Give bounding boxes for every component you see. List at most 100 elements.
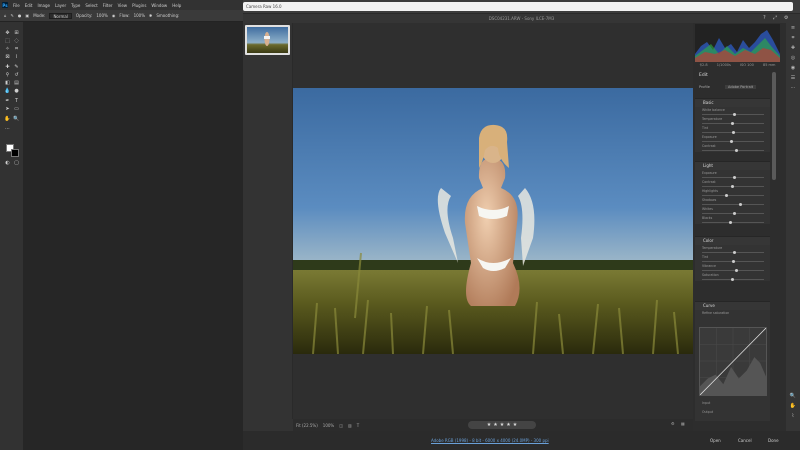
compare-view-icon[interactable]: ◫ (339, 423, 343, 428)
mode-select[interactable]: Normal (49, 12, 72, 19)
slider-color-tint[interactable]: Tint (695, 254, 770, 263)
clone-stamp-icon[interactable]: ⚲ (4, 72, 11, 78)
image-preview-area[interactable] (293, 23, 693, 419)
main-photo[interactable] (293, 88, 693, 354)
curve-output[interactable]: Output (695, 409, 770, 418)
menu-type[interactable]: Type (71, 3, 80, 8)
blur-tool-icon[interactable]: 💧 (4, 88, 11, 94)
crop-tool-icon[interactable]: ⌗ (13, 46, 20, 52)
panel-scrollbar[interactable] (772, 72, 776, 180)
menu-help[interactable]: Help (172, 3, 181, 8)
menu-view[interactable]: View (118, 3, 128, 8)
menu-edit[interactable]: Edit (25, 3, 33, 8)
slider-color-temperature[interactable]: Temperature (695, 245, 770, 254)
menu-select[interactable]: Select (85, 3, 97, 8)
presets-icon[interactable]: ☰ (789, 75, 797, 81)
open-button[interactable]: Open (705, 436, 726, 445)
curve-refine-saturation[interactable]: Refine saturation (695, 310, 770, 319)
slider-saturation[interactable]: Saturation (695, 272, 770, 281)
background-color-swatch[interactable] (11, 149, 19, 157)
brush-tool-icon[interactable]: ✎ (11, 13, 14, 18)
slider-contrast[interactable]: Contrast (695, 179, 770, 188)
zoom-tool-icon[interactable]: 🔍 (13, 116, 20, 122)
hand-icon[interactable]: ✋ (789, 403, 797, 409)
hand-tool-icon[interactable]: ✋ (4, 116, 11, 122)
edit-toolbar-icon[interactable]: ⋯ (4, 126, 11, 132)
move-tool-icon[interactable]: ✥ (4, 30, 11, 36)
slider-contrast-basic[interactable]: Contrast (695, 143, 770, 152)
marquee-tool-icon[interactable]: ⬚ (4, 38, 11, 44)
settings-gear-icon[interactable]: ⚙ (784, 14, 788, 23)
quick-select-tool-icon[interactable]: ✧ (4, 46, 11, 52)
menu-window[interactable]: Window (151, 3, 167, 8)
star-5[interactable]: ★ (513, 422, 517, 428)
star-4[interactable]: ★ (506, 422, 510, 428)
quick-mask-icon[interactable]: ◐ (4, 160, 11, 166)
star-1[interactable]: ★ (487, 422, 491, 428)
menu-filter[interactable]: Filter (103, 3, 113, 8)
eyedropper-tool-icon[interactable]: ⌇ (13, 54, 20, 60)
workflow-options-link[interactable]: Adobe RGB (1998) - 8 bit - 6000 x 4000 (… (431, 438, 549, 443)
lasso-tool-icon[interactable]: ◌ (13, 38, 20, 44)
menu-image[interactable]: Image (37, 3, 50, 8)
crop-icon[interactable]: ⌗ (789, 35, 797, 41)
menu-file[interactable]: File (13, 3, 20, 8)
path-select-icon[interactable]: ➤ (4, 106, 11, 112)
cancel-button[interactable]: Cancel (733, 436, 757, 445)
home-icon[interactable]: ⌂ (4, 13, 7, 18)
masking-icon[interactable]: ◎ (789, 55, 797, 61)
help-icon[interactable]: ? (763, 14, 766, 23)
toggle-settings-icon[interactable]: T (357, 423, 359, 428)
frame-tool-icon[interactable]: ⊠ (4, 54, 11, 60)
airbrush-icon[interactable]: ✱ (149, 13, 152, 18)
edit-icon[interactable]: ≡ (789, 25, 797, 31)
done-button[interactable]: Done (763, 436, 784, 445)
slider-exposure-basic[interactable]: Exposure (695, 134, 770, 143)
slider-blacks[interactable]: Blacks (695, 215, 770, 224)
fit-zoom-select[interactable]: Fit (22.5%) (296, 423, 318, 428)
filmstrip-toggle-icon[interactable]: ⚙ (671, 421, 675, 426)
star-rating[interactable]: ★ ★ ★ ★ ★ (468, 421, 536, 429)
slider-whites[interactable]: Whites (695, 206, 770, 215)
curve-input[interactable]: Input (695, 400, 770, 409)
healing-brush-icon[interactable]: ✚ (4, 64, 11, 70)
section-curve-header[interactable]: Curve (695, 302, 770, 310)
zoom-level-select[interactable]: 100% (323, 423, 334, 428)
slider-temperature[interactable]: Temperature (695, 116, 770, 125)
menu-plugins[interactable]: Plugins (132, 3, 146, 8)
star-3[interactable]: ★ (500, 422, 504, 428)
sampler-icon[interactable]: ⌇ (789, 413, 797, 419)
profile-select[interactable]: Adobe Portrait (725, 85, 757, 89)
brush-size-icon[interactable]: ● (18, 13, 22, 18)
slider-shadows[interactable]: Shadows (695, 197, 770, 206)
fullscreen-icon[interactable]: ⤢ (773, 14, 777, 23)
brush-tool-icon-side[interactable]: ✎ (13, 64, 20, 70)
redeye-icon[interactable]: ◉ (789, 65, 797, 71)
more-options-icon[interactable]: ⋯ (789, 85, 797, 91)
star-2[interactable]: ★ (493, 422, 497, 428)
eraser-tool-icon[interactable]: ◧ (4, 80, 11, 86)
brush-settings-icon[interactable]: ▣ (25, 13, 29, 18)
tone-curve-graph[interactable] (699, 327, 767, 396)
artboard-tool-icon[interactable]: ⊞ (13, 30, 20, 36)
gradient-tool-icon[interactable]: ▤ (13, 80, 20, 86)
slider-tint[interactable]: Tint (695, 125, 770, 134)
layout-toggle-icon[interactable]: ▦ (681, 421, 685, 426)
zoom-icon[interactable]: 🔍 (789, 393, 797, 399)
opacity-value[interactable]: 100% (96, 13, 107, 18)
section-light-header[interactable]: Light (695, 162, 770, 170)
slider-vibrance[interactable]: Vibrance (695, 263, 770, 272)
pen-tool-icon[interactable]: ✒ (4, 98, 11, 104)
section-color-header[interactable]: Color (695, 237, 770, 245)
before-after-icon[interactable]: ▥ (348, 423, 352, 428)
spot-removal-icon[interactable]: ✚ (789, 45, 797, 51)
history-brush-icon[interactable]: ↺ (13, 72, 20, 78)
slider-exposure[interactable]: Exposure (695, 170, 770, 179)
slider-highlights[interactable]: Highlights (695, 188, 770, 197)
flow-value[interactable]: 100% (134, 13, 145, 18)
shape-tool-icon[interactable]: ▭ (13, 106, 20, 112)
profile-row[interactable]: Profile Adobe Portrait (695, 83, 780, 91)
filmstrip-thumbnail[interactable] (245, 25, 290, 55)
type-tool-icon[interactable]: T (13, 98, 20, 104)
slider-white-balance[interactable]: White balance (695, 107, 770, 116)
